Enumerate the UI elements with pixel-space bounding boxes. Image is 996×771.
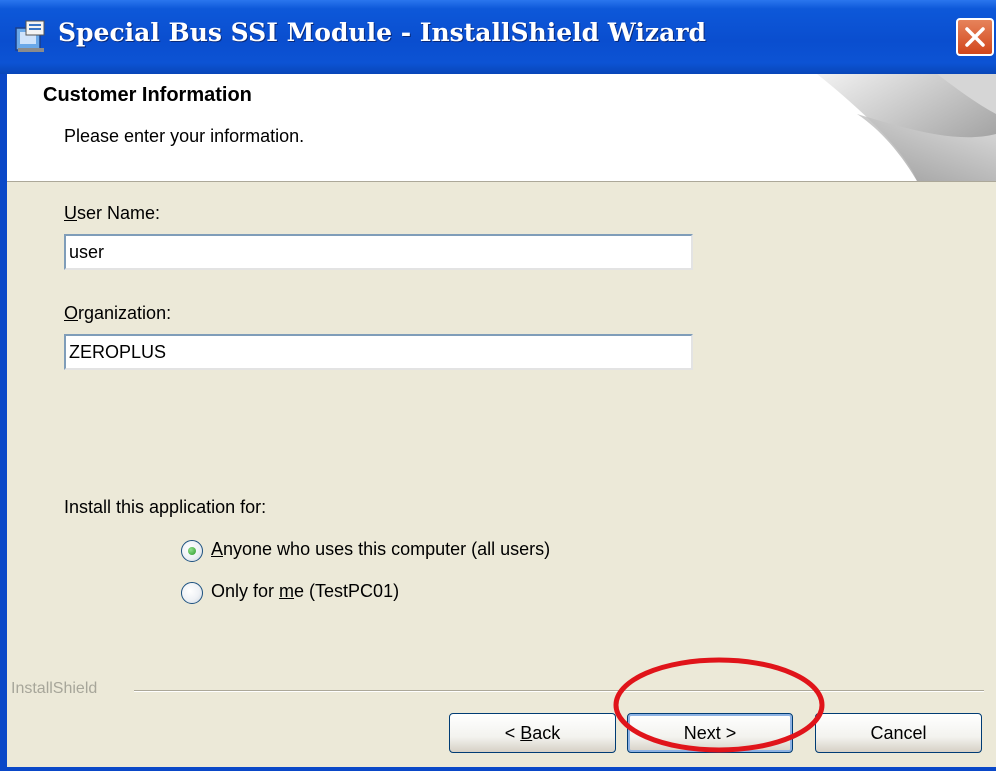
user-name-input[interactable] bbox=[64, 234, 693, 270]
footer-divider bbox=[134, 690, 984, 692]
organization-input[interactable] bbox=[64, 334, 693, 370]
radio-all-users-label[interactable]: Anyone who uses this computer (all users… bbox=[211, 539, 550, 560]
page-title: Customer Information bbox=[43, 84, 252, 106]
installshield-wizard-window: Special Bus SSI Module - InstallShield W… bbox=[0, 0, 996, 771]
install-for-label: Install this application for: bbox=[64, 497, 267, 517]
back-prefix: < bbox=[504, 722, 521, 743]
cancel-label: Cancel bbox=[870, 722, 927, 743]
back-accel: B bbox=[520, 722, 533, 743]
close-button[interactable] bbox=[956, 18, 994, 56]
header-banner: Customer Information Please enter your i… bbox=[7, 74, 996, 182]
window-bottom-border bbox=[0, 767, 996, 771]
banner-artwork bbox=[797, 74, 996, 181]
cancel-button[interactable]: Cancel bbox=[815, 713, 982, 753]
window-left-border bbox=[0, 74, 7, 771]
radio-only-for-me[interactable] bbox=[181, 582, 203, 604]
back-button[interactable]: < Back bbox=[449, 713, 616, 753]
radio-only-for-me-label[interactable]: Only for me (TestPC01) bbox=[211, 581, 399, 602]
annotation-circle bbox=[613, 657, 825, 753]
window-title: Special Bus SSI Module - InstallShield W… bbox=[58, 18, 706, 47]
installer-icon bbox=[15, 20, 45, 52]
back-label: ack bbox=[532, 722, 561, 743]
close-icon bbox=[965, 27, 985, 47]
organization-label: Organization: bbox=[64, 303, 172, 323]
radio-all-users[interactable] bbox=[181, 540, 203, 562]
page-subtitle: Please enter your information. bbox=[64, 126, 305, 146]
title-bar[interactable]: Special Bus SSI Module - InstallShield W… bbox=[0, 0, 996, 74]
user-name-label: User Name: bbox=[64, 203, 161, 223]
installshield-brand: InstallShield bbox=[11, 680, 98, 697]
